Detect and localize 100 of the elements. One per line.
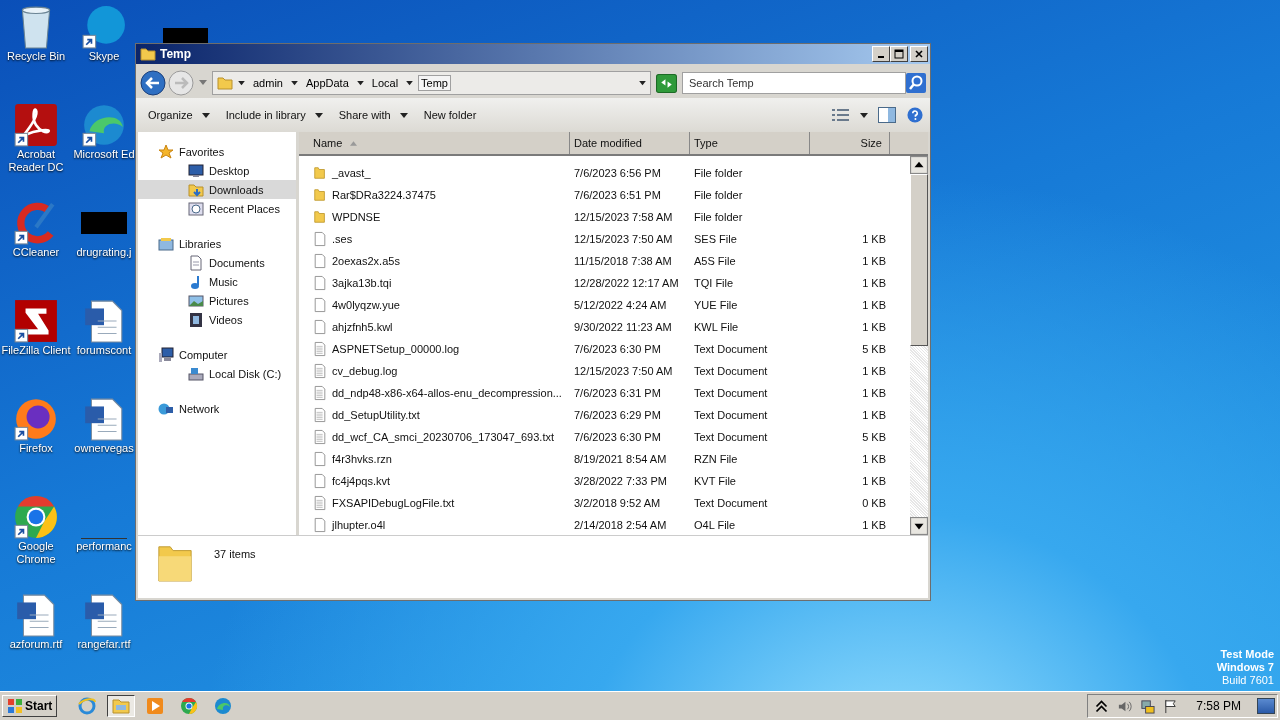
view-options-icon[interactable]: [832, 107, 850, 123]
nav-item[interactable]: Pictures: [138, 291, 296, 310]
file-name[interactable]: dd_ndp48-x86-x64-allos-enu_decompression...: [332, 387, 562, 399]
breadcrumb-item[interactable]: Local: [368, 75, 402, 91]
caret-icon[interactable]: [406, 80, 414, 86]
icon-label[interactable]: Recycle Bin: [6, 50, 66, 63]
file-name[interactable]: cv_debug.log: [332, 365, 398, 377]
start-button[interactable]: Start: [2, 695, 58, 717]
breadcrumb-item[interactable]: admin: [250, 75, 286, 91]
nav-item[interactable]: Videos: [138, 310, 296, 329]
icon-label[interactable]: CCleaner: [12, 246, 60, 259]
file-name[interactable]: f4r3hvks.rzn: [332, 453, 392, 465]
refresh-button[interactable]: [656, 73, 677, 93]
preview-pane-icon[interactable]: [878, 107, 896, 123]
flag-icon[interactable]: [1163, 698, 1179, 714]
file-name[interactable]: 2oexas2x.a5s: [332, 255, 400, 267]
chat-app-icon[interactable]: [81, 4, 127, 50]
file-name[interactable]: _avast_: [332, 167, 371, 179]
scroll-up-button[interactable]: [910, 156, 928, 174]
nav-group[interactable]: Network: [138, 399, 296, 418]
show-desktop-button[interactable]: [1257, 698, 1275, 714]
breadcrumb-item[interactable]: Temp: [418, 75, 451, 91]
file-name[interactable]: FXSAPIDebugLogFile.txt: [332, 497, 455, 509]
nav-group[interactable]: Libraries: [138, 234, 296, 253]
minimize-button[interactable]: [872, 46, 890, 62]
file-name[interactable]: dd_SetupUtility.txt: [332, 409, 420, 421]
clock[interactable]: 7:58 PM: [1196, 699, 1241, 713]
toolbar-button[interactable]: Share with: [332, 105, 414, 125]
toolbar-button[interactable]: Include in library: [219, 105, 329, 125]
caret-icon[interactable]: [356, 80, 364, 86]
icon-label[interactable]: ownervegas: [74, 442, 134, 455]
browser-icon[interactable]: [81, 102, 127, 148]
network-icon[interactable]: [1140, 698, 1156, 714]
scrollbar-thumb[interactable]: [910, 174, 928, 346]
file-name[interactable]: 4w0lyqzw.yue: [332, 299, 400, 311]
icon-label[interactable]: Microsoft Ed: [73, 148, 135, 161]
text-file-icon: [313, 407, 327, 423]
address-bar[interactable]: admin AppData Local Temp: [212, 71, 651, 95]
file-name[interactable]: jlhupter.o4l: [332, 519, 386, 531]
browser-icon[interactable]: [13, 396, 59, 442]
breadcrumb-item[interactable]: AppData: [302, 75, 352, 91]
toolbar-button[interactable]: Organize: [142, 105, 216, 125]
caret-icon[interactable]: [290, 80, 298, 86]
caret-icon[interactable]: [639, 80, 646, 86]
nav-group[interactable]: Favorites: [138, 142, 296, 161]
column-header[interactable]: Type: [690, 132, 810, 154]
speaker-icon[interactable]: [1117, 698, 1133, 714]
search-icon[interactable]: [906, 73, 926, 93]
file-name[interactable]: ASPNETSetup_00000.log: [332, 343, 460, 355]
film-icon: [188, 311, 204, 328]
icon-label[interactable]: rangefar.rtf: [77, 638, 131, 651]
help-icon[interactable]: [906, 107, 924, 123]
column-header[interactable]: Size: [810, 132, 890, 154]
app-logo-icon[interactable]: [13, 298, 59, 344]
nav-item[interactable]: Music: [138, 272, 296, 291]
caret-icon[interactable]: [860, 112, 868, 118]
icon-label[interactable]: performanc: [76, 540, 132, 553]
nav-item[interactable]: Recent Places: [138, 199, 296, 218]
text-file-icon: [313, 341, 327, 357]
file-name[interactable]: fc4j4pqs.kvt: [332, 475, 391, 487]
back-button[interactable]: [140, 70, 166, 96]
maximize-button[interactable]: [890, 46, 908, 62]
show-hidden-icons-icon[interactable]: [1094, 698, 1110, 714]
search-field[interactable]: Search Temp: [682, 72, 906, 94]
icon-label[interactable]: FileZilla Client: [1, 344, 71, 357]
icon-label[interactable]: drugrating.j: [76, 246, 132, 259]
icon-label[interactable]: forumscont: [76, 344, 132, 357]
icon-label[interactable]: Google Chrome: [1, 540, 71, 566]
caret-icon[interactable]: [238, 80, 245, 86]
nav-item[interactable]: Local Disk (C:): [138, 364, 296, 383]
file-name[interactable]: dd_wcf_CA_smci_20230706_173047_693.txt: [332, 431, 554, 443]
icon-label[interactable]: Skype: [88, 50, 120, 63]
file-name[interactable]: WPDNSE: [332, 211, 381, 223]
table-cell: RZN File: [694, 453, 738, 465]
scroll-down-button[interactable]: [910, 517, 928, 535]
file-name[interactable]: Rar$DRa3224.37475: [332, 189, 436, 201]
close-button[interactable]: [910, 46, 928, 62]
file-name[interactable]: .ses: [332, 233, 353, 245]
taskbar-button[interactable]: [107, 695, 136, 717]
nav-item[interactable]: Desktop: [138, 161, 296, 180]
column-header[interactable]: Name: [299, 132, 570, 154]
table-cell: 1 KB: [862, 387, 886, 399]
toolbar-button[interactable]: New folder: [417, 105, 483, 125]
icon-label[interactable]: Acrobat Reader DC: [1, 148, 71, 174]
sort-arrow-icon: [350, 140, 358, 146]
browser-icon[interactable]: [13, 494, 59, 540]
table-cell: 12/28/2022 12:17 AM: [574, 277, 679, 289]
pdf-app-icon[interactable]: [13, 102, 59, 148]
file-name[interactable]: ahjzfnh5.kwl: [332, 321, 393, 333]
scrollbar[interactable]: [910, 156, 928, 535]
table-cell: 1 KB: [862, 277, 886, 289]
nav-group[interactable]: Computer: [138, 345, 296, 364]
nav-item[interactable]: Documents: [138, 253, 296, 272]
file-name[interactable]: 3ajka13b.tqi: [332, 277, 392, 289]
table-cell: 8/19/2021 8:54 AM: [574, 453, 667, 465]
icon-label[interactable]: azforum.rtf: [9, 638, 63, 651]
nav-item[interactable]: Downloads: [138, 180, 296, 199]
table-cell: File folder: [694, 189, 743, 201]
column-header[interactable]: Date modified: [570, 132, 690, 154]
icon-label[interactable]: Firefox: [19, 442, 53, 455]
